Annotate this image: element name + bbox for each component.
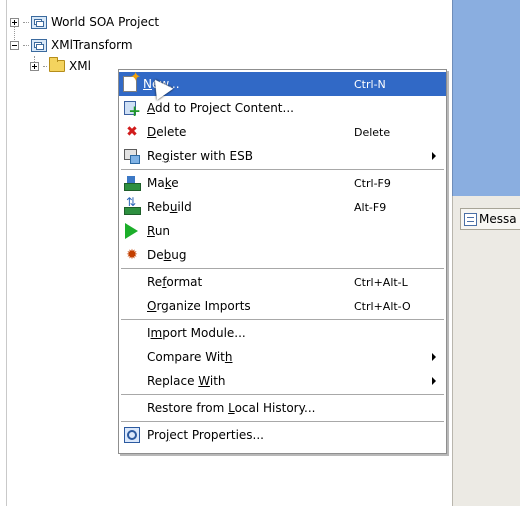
editor-area (452, 0, 520, 196)
menu-item-shortcut: Ctrl+Alt-L (354, 275, 408, 289)
menu-icon-placeholder (123, 348, 141, 366)
menu-item-label: Make (147, 176, 179, 190)
tree-node-label: World SOA Project (51, 15, 160, 29)
run-icon (125, 223, 138, 239)
submenu-arrow-icon (432, 377, 436, 385)
tree-node-xml-folder[interactable]: XMl (30, 57, 91, 75)
menu-item-label: Project Properties... (147, 428, 264, 442)
menu-icon-placeholder (123, 399, 141, 417)
menu-icon-placeholder (123, 324, 141, 342)
debug-icon: ✹ (126, 247, 138, 263)
log-area (452, 196, 520, 506)
menu-item-project-properties[interactable]: Project Properties... (119, 423, 446, 447)
menu-item-shortcut: Ctrl-F9 (354, 176, 391, 190)
tree-node-label: XMl (69, 59, 91, 73)
menu-item-shortcut: Ctrl-N (354, 77, 386, 91)
menu-item-label: Restore from Local History... (147, 401, 316, 415)
rebuild-icon (123, 196, 141, 216)
menu-item-label: Debug (147, 248, 187, 262)
menu-item-shortcut: Delete (354, 125, 391, 139)
menu-item-organize-imports[interactable]: Organize Imports Ctrl+Alt-O (119, 294, 446, 318)
menu-item-reformat[interactable]: Reformat Ctrl+Alt-L (119, 270, 446, 294)
menu-icon-placeholder (123, 297, 141, 315)
menu-item-shortcut: Ctrl+Alt-O (354, 299, 411, 313)
menu-item-label: Register with ESB (147, 149, 253, 163)
messages-tab-label: Messa (479, 212, 517, 226)
make-icon (123, 174, 141, 192)
project-icon (31, 38, 47, 52)
menu-item-label: New... (143, 77, 180, 91)
menu-item-label: Replace With (147, 374, 226, 388)
tree-dots (23, 44, 29, 46)
menu-separator (121, 394, 444, 395)
menu-separator (121, 169, 444, 170)
tree-node-xmltransform[interactable]: XMlTransform (10, 36, 133, 54)
menu-item-label: Reformat (147, 275, 203, 289)
expand-icon[interactable] (10, 17, 19, 27)
menu-item-label: Organize Imports (147, 299, 251, 313)
ide-window: World SOA Project XMlTransform XMl Messa… (0, 0, 520, 506)
menu-item-debug[interactable]: ✹ Debug (119, 243, 446, 267)
project-icon (31, 15, 47, 29)
delete-icon: ✖ (126, 124, 138, 140)
menu-item-add-to-project-content[interactable]: Add to Project Content... (119, 96, 446, 120)
tree-dots (23, 21, 29, 23)
menu-separator (121, 421, 444, 422)
menu-separator (121, 319, 444, 320)
menu-item-label: Delete (147, 125, 187, 139)
menu-icon-placeholder (123, 372, 141, 390)
menu-item-rebuild[interactable]: Rebuild Alt-F9 (119, 195, 446, 219)
expand-icon[interactable] (30, 61, 39, 71)
submenu-arrow-icon (432, 353, 436, 361)
menu-item-run[interactable]: Run (119, 219, 446, 243)
menu-item-shortcut: Alt-F9 (354, 200, 387, 214)
new-icon (123, 71, 141, 92)
add-to-project-icon (123, 99, 141, 119)
messages-icon (464, 212, 477, 226)
menu-item-label: Add to Project Content... (147, 101, 294, 115)
tree-node-world-soa-project[interactable]: World SOA Project (10, 13, 159, 31)
menu-item-make[interactable]: Make Ctrl-F9 (119, 171, 446, 195)
tree-node-label: XMlTransform (51, 38, 133, 52)
menu-item-delete[interactable]: ✖ Delete Delete (119, 120, 446, 144)
menu-item-register-with-esb[interactable]: Register with ESB (119, 144, 446, 168)
menu-item-restore-from-local-history[interactable]: Restore from Local History... (119, 396, 446, 420)
menu-item-label: Compare With (147, 350, 233, 364)
project-properties-icon (123, 426, 141, 444)
folder-icon (49, 57, 65, 72)
menu-item-replace-with[interactable]: Replace With (119, 369, 446, 393)
menu-item-label: Import Module... (147, 326, 246, 340)
menu-separator (121, 268, 444, 269)
collapse-icon[interactable] (10, 40, 19, 50)
tree-dots (43, 65, 47, 67)
menu-item-import-module[interactable]: Import Module... (119, 321, 446, 345)
pane-divider (6, 0, 7, 506)
menu-item-label: Rebuild (147, 200, 192, 214)
menu-item-label: Run (147, 224, 171, 238)
context-menu: New... Ctrl-N Add to Project Content... ✖ De… (118, 69, 447, 454)
menu-icon-placeholder (123, 273, 141, 291)
register-esb-icon (123, 147, 141, 165)
menu-item-compare-with[interactable]: Compare With (119, 345, 446, 369)
submenu-arrow-icon (432, 152, 436, 160)
messages-tab[interactable]: Messa (460, 208, 520, 230)
